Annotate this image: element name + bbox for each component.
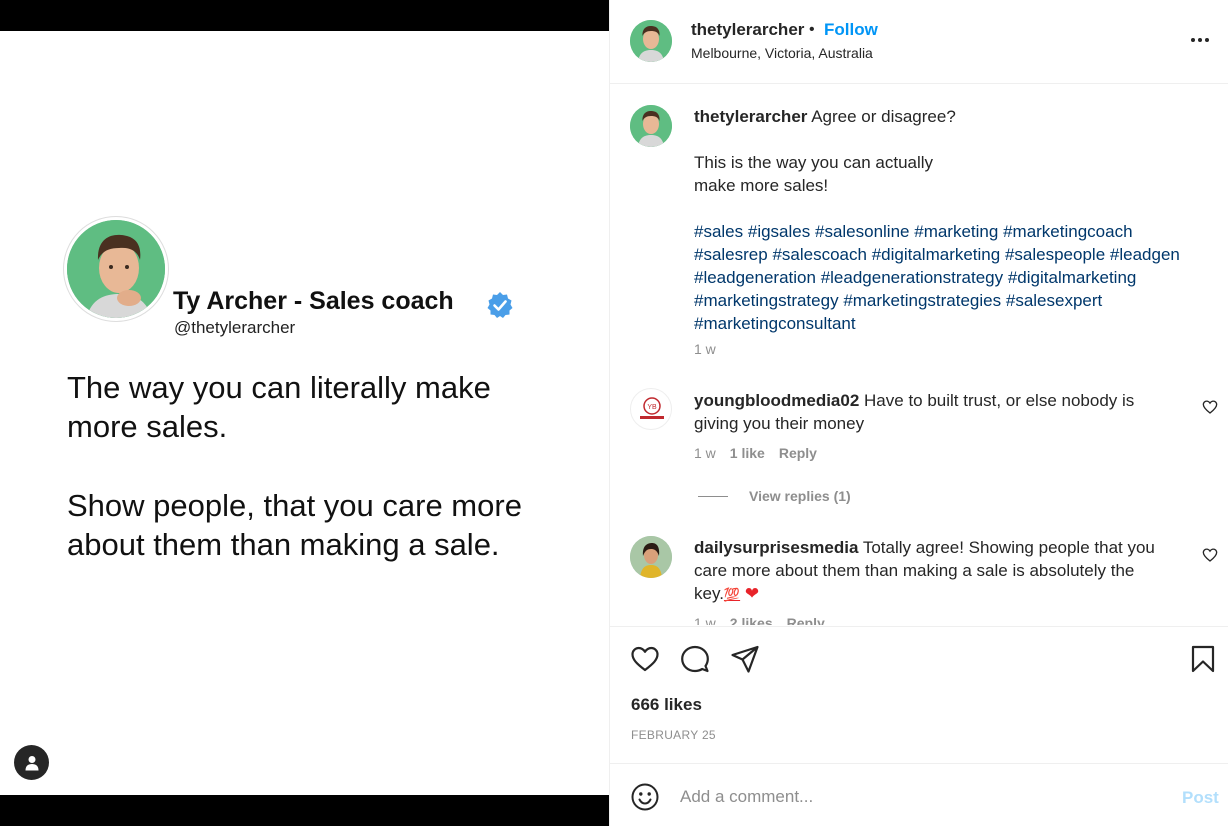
hashtag-link[interactable]: #marketingstrategy [694, 291, 839, 310]
red-heart-emoji: ❤ [744, 584, 760, 603]
post-comment-button[interactable]: Post [1182, 788, 1219, 808]
caption-username[interactable]: thetylerarcher [694, 107, 807, 126]
caption-intro: Agree or disagree? [811, 107, 956, 126]
comment-2-meta: 1 w 2 likes Reply [694, 615, 825, 625]
image-text-line-1: The way you can literally make more sale… [67, 370, 491, 444]
hashtag-link[interactable]: #salespeople [1005, 245, 1105, 264]
comment-username[interactable]: youngbloodmedia02 [694, 391, 859, 410]
hashtag-link[interactable]: #digitalmarketing [1008, 268, 1137, 287]
comments-section[interactable]: thetylerarcher Agree or disagree? This i… [610, 85, 1228, 625]
hashtag-link[interactable]: #leadgen [1110, 245, 1180, 264]
caption-avatar[interactable] [630, 105, 672, 147]
hashtag-link[interactable]: #leadgeneration [694, 268, 816, 287]
commenter-avatar[interactable]: YB [630, 388, 672, 430]
caption-time[interactable]: 1 w [694, 341, 716, 357]
post-location[interactable]: Melbourne, Victoria, Australia [691, 45, 873, 61]
svg-text:YB: YB [647, 404, 657, 411]
author-username[interactable]: thetylerarcher [691, 20, 804, 40]
person-icon [25, 755, 38, 770]
comment-username[interactable]: dailysurprisesmedia [694, 538, 858, 557]
comment-composer: Post [610, 763, 1228, 826]
caption-body-line-2: make more sales! [694, 176, 829, 195]
hashtag-link[interactable]: #salesrep [694, 245, 768, 264]
image-text-body: The way you can literally make more sale… [67, 368, 547, 604]
hashtag-link[interactable]: #marketingconsultant [694, 314, 856, 333]
image-card-name: Ty Archer - Sales coach [173, 287, 454, 315]
comment-2-text-block: dailysurprisesmedia Totally agree! Showi… [694, 536, 1164, 606]
likes-count[interactable]: 666 likes [631, 695, 702, 715]
hashtag-link[interactable]: #salescoach [772, 245, 867, 264]
caption-body-line-1: This is the way you can actually [694, 153, 934, 172]
commenter-avatar[interactable] [630, 536, 672, 578]
like-heart-icon[interactable] [630, 644, 660, 674]
comment-like-heart-icon[interactable] [1202, 399, 1218, 415]
post-date[interactable]: FEBRUARY 25 [631, 728, 716, 742]
hashtag-link[interactable]: #marketingcoach [1003, 222, 1132, 241]
replies-divider [698, 496, 728, 497]
post-image[interactable]: Ty Archer - Sales coach @thetylerarcher … [0, 31, 609, 795]
comment-1-meta: 1 w 1 like Reply [694, 445, 817, 461]
header-separator: • [809, 21, 815, 38]
post-side-panel: thetylerarcher • Follow Melbourne, Victo… [609, 0, 1228, 826]
tagged-users-button[interactable] [14, 745, 49, 780]
hundred-emoji: 💯 [723, 587, 741, 602]
instagram-post-modal: Ty Archer - Sales coach @thetylerarcher … [0, 0, 1228, 826]
image-avatar [64, 217, 168, 321]
hashtag-link[interactable]: #digitalmarketing [872, 245, 1001, 264]
comment-time[interactable]: 1 w [694, 445, 716, 461]
follow-button[interactable]: Follow [824, 20, 878, 40]
verified-badge-icon [487, 292, 513, 318]
hashtag-link[interactable]: #leadgenerationstrategy [821, 268, 1003, 287]
save-bookmark-icon[interactable] [1188, 644, 1218, 674]
hashtag-link[interactable]: #marketing [914, 222, 998, 241]
share-send-icon[interactable] [730, 644, 760, 674]
comment-likes[interactable]: 1 like [730, 445, 765, 461]
hashtag-link[interactable]: #igsales [748, 222, 810, 241]
author-avatar[interactable] [630, 20, 672, 62]
comment-reply-button[interactable]: Reply [787, 615, 825, 625]
comment-like-heart-icon[interactable] [1202, 547, 1218, 563]
hashtag-link[interactable]: #sales [694, 222, 743, 241]
comment-likes[interactable]: 2 likes [730, 615, 773, 625]
hashtag-link[interactable]: #salesexpert [1006, 291, 1102, 310]
post-actions: 666 likes FEBRUARY 25 [610, 626, 1228, 762]
post-caption: thetylerarcher Agree or disagree? This i… [694, 105, 1204, 335]
post-media-panel: Ty Archer - Sales coach @thetylerarcher … [0, 0, 609, 826]
hashtag-link[interactable]: #salesonline [815, 222, 910, 241]
emoji-smiley-icon[interactable] [630, 782, 660, 812]
post-header: thetylerarcher • Follow Melbourne, Victo… [610, 0, 1228, 84]
image-text-line-2: Show people, that you care more about th… [67, 488, 522, 562]
caption-hashtags: #sales #igsales #salesonline #marketing … [694, 220, 1204, 335]
comment-bubble-icon[interactable] [680, 644, 710, 674]
comment-reply-button[interactable]: Reply [779, 445, 817, 461]
add-comment-input[interactable] [680, 782, 1160, 812]
view-replies-button[interactable]: View replies (1) [749, 488, 851, 504]
image-card-handle: @thetylerarcher [174, 318, 296, 337]
comment-time[interactable]: 1 w [694, 615, 716, 625]
hashtag-link[interactable]: #marketingstrategies [843, 291, 1001, 310]
comment-1-text-block: youngbloodmedia02 Have to built trust, o… [694, 389, 1164, 435]
more-options-icon[interactable] [1185, 28, 1215, 52]
